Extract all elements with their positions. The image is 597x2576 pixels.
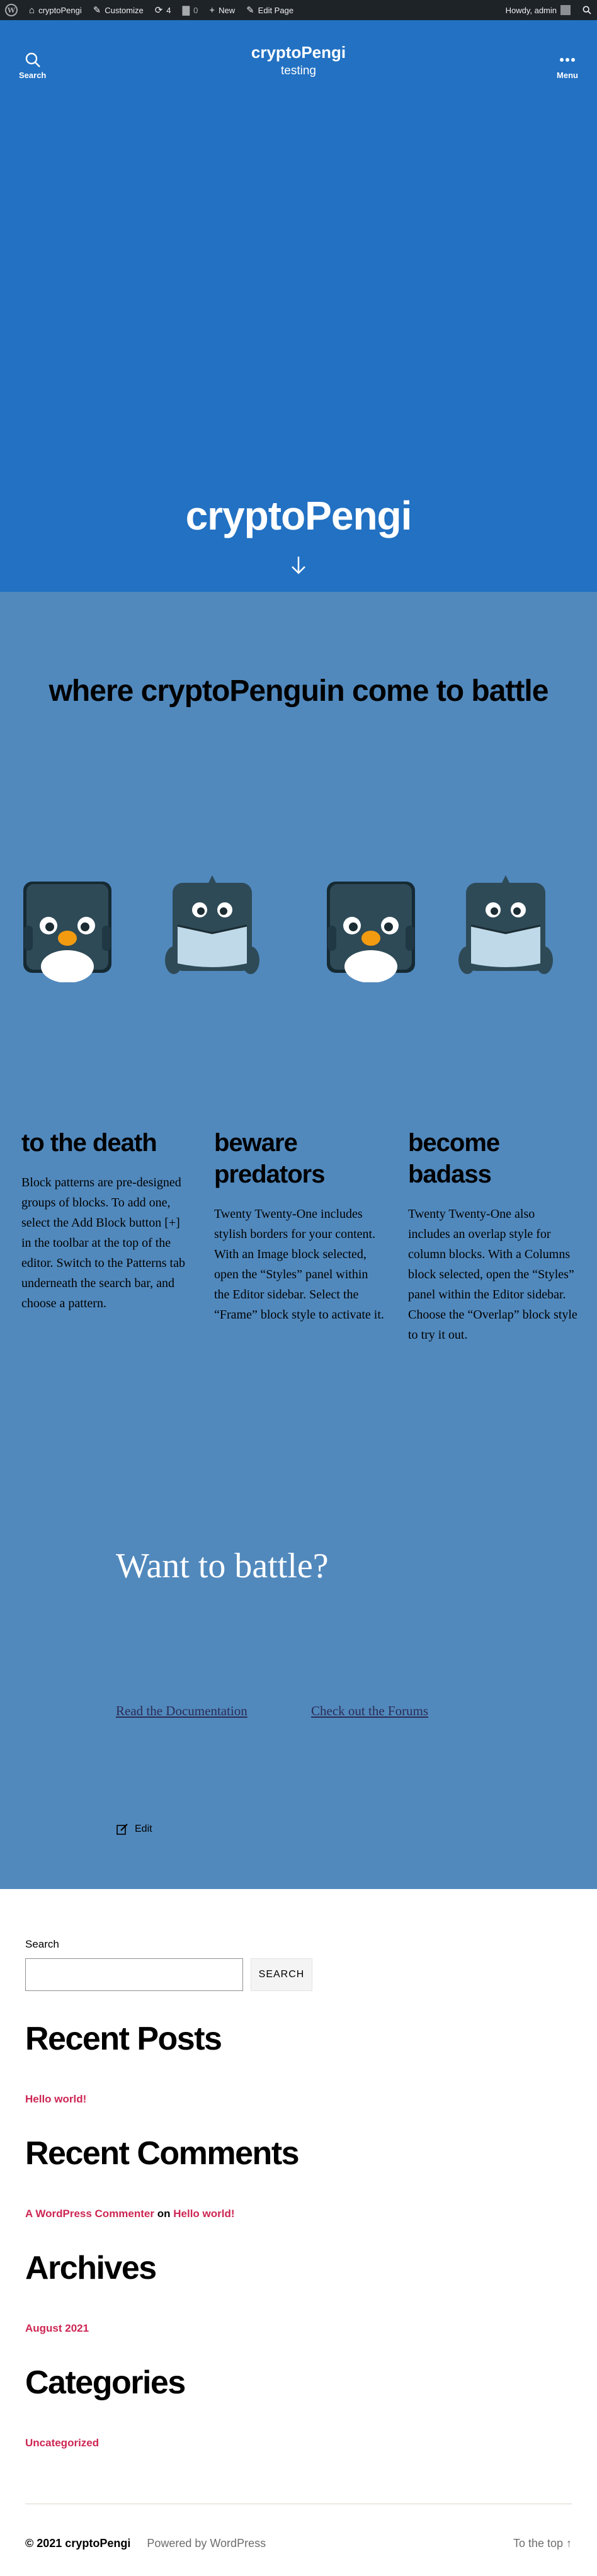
check-forums-link[interactable]: Check out the Forums xyxy=(311,1703,428,1719)
powered-by-link[interactable]: Powered by WordPress xyxy=(147,2537,266,2550)
penguin-image-2 xyxy=(165,875,259,974)
recent-comment-item: A WordPress Commenter on Hello world! xyxy=(25,2208,572,2220)
search-widget-label: Search xyxy=(25,1938,59,1950)
commenter-link[interactable]: A WordPress Commenter xyxy=(25,2208,154,2220)
comment-bubble-icon: ▇ xyxy=(182,4,190,16)
cover-title: cryptoPengi xyxy=(185,493,412,538)
more-dots-icon xyxy=(560,58,576,62)
customize-link[interactable]: ✎ Customize xyxy=(93,6,144,15)
wordpress-logo-button[interactable]: W xyxy=(5,4,18,16)
footer-credits: © 2021 cryptoPengi Powered by WordPress xyxy=(25,2537,266,2550)
wordpress-icon: W xyxy=(5,4,18,16)
comments-link[interactable]: ▇ 0 xyxy=(183,6,198,15)
header-menu-toggle[interactable]: Menu xyxy=(557,52,578,80)
paintbrush-icon: ✎ xyxy=(93,4,101,16)
cta-heading: Want to battle? xyxy=(116,1546,329,1586)
pencil-icon: ✎ xyxy=(246,4,254,16)
admin-bar-right: Howdy, admin xyxy=(506,5,592,15)
arrow-down-icon[interactable] xyxy=(290,555,307,576)
column-text: Twenty Twenty-One includes stylish borde… xyxy=(214,1207,384,1322)
site-footer: © 2021 cryptoPengi Powered by WordPress … xyxy=(25,2504,572,2576)
column-2: beware predators Twenty Twenty-One inclu… xyxy=(214,1127,384,1325)
categories-title: Categories xyxy=(25,2364,186,2401)
search-widget: SEARCH xyxy=(25,1958,572,1991)
column-heading: beware predators xyxy=(214,1129,326,1188)
site-name-link[interactable]: ⌂ cryptoPengi xyxy=(29,6,82,15)
updates-icon: ⟳ xyxy=(154,4,163,16)
edit-page-link[interactable]: ✎ Edit Page xyxy=(246,6,293,15)
search-input[interactable] xyxy=(25,1958,243,1991)
to-the-top-link[interactable]: To the top ↑ xyxy=(513,2537,572,2550)
penguin-image-1 xyxy=(23,882,111,982)
avatar xyxy=(560,5,571,15)
comment-post-link[interactable]: Hello world! xyxy=(173,2208,234,2220)
plus-icon: + xyxy=(209,4,215,16)
column-3: become badass Twenty Twenty-One also inc… xyxy=(408,1127,578,1345)
archive-link[interactable]: August 2021 xyxy=(25,2322,572,2335)
category-link[interactable]: Uncategorized xyxy=(25,2437,572,2449)
site-header-cover: Search cryptoPengi testing Menu cryptoPe… xyxy=(0,20,597,592)
admin-bar-left: W ⌂ cryptoPengi ✎ Customize ⟳ 4 ▇ 0 + Ne… xyxy=(5,4,293,16)
edit-icon xyxy=(117,1824,128,1835)
main-content: where cryptoPenguin come to battle to th… xyxy=(0,592,597,1889)
column-heading: become badass xyxy=(408,1129,500,1188)
account-menu[interactable]: Howdy, admin xyxy=(506,5,571,15)
recent-comments-title: Recent Comments xyxy=(25,2135,300,2172)
dashboard-icon: ⌂ xyxy=(29,4,35,16)
column-1: to the death Block patterns are pre-desi… xyxy=(21,1127,191,1314)
edit-post-link[interactable]: Edit xyxy=(116,1823,152,1836)
admin-search-button[interactable] xyxy=(582,5,592,15)
archives-title: Archives xyxy=(25,2250,157,2286)
site-description: testing xyxy=(281,64,316,77)
new-content-link[interactable]: + New xyxy=(209,6,235,15)
column-text: Block patterns are pre-designed groups o… xyxy=(21,1176,185,1310)
admin-bar: W ⌂ cryptoPengi ✎ Customize ⟳ 4 ▇ 0 + Ne… xyxy=(0,0,597,20)
recent-post-link[interactable]: Hello world! xyxy=(25,2093,572,2106)
site-title[interactable]: cryptoPengi xyxy=(0,43,597,62)
penguin-image-4 xyxy=(458,875,553,974)
read-documentation-link[interactable]: Read the Documentation xyxy=(116,1703,247,1719)
column-heading: to the death xyxy=(21,1129,157,1157)
column-text: Twenty Twenty-One also includes an overl… xyxy=(408,1207,577,1342)
penguin-image-3 xyxy=(327,882,415,982)
footer-copyright[interactable]: © 2021 cryptoPengi xyxy=(25,2537,130,2550)
recent-posts-title: Recent Posts xyxy=(25,2021,222,2057)
comment-on-text: on xyxy=(157,2208,171,2220)
search-submit-button[interactable]: SEARCH xyxy=(251,1958,312,1991)
updates-link[interactable]: ⟳ 4 xyxy=(155,6,171,15)
widget-area: Search SEARCH Recent Posts Hello world! … xyxy=(25,1889,572,2449)
main-heading: where cryptoPenguin come to battle xyxy=(48,674,549,708)
search-icon xyxy=(583,6,591,14)
